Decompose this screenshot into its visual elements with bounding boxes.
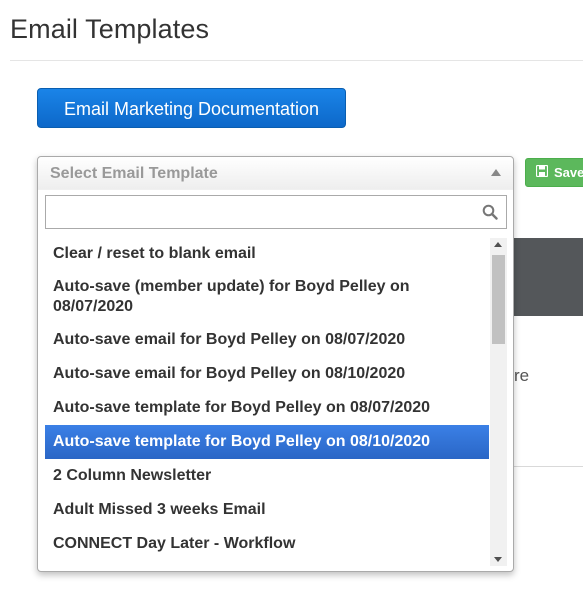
save-button-label: Save: [554, 165, 583, 180]
page-title: Email Templates: [10, 14, 210, 44]
option-clear[interactable]: Clear / reset to blank email: [45, 237, 489, 271]
option-adult-missed-3-weeks[interactable]: Adult Missed 3 weeks Email: [45, 493, 489, 527]
floppy-disk-icon: [535, 159, 549, 186]
divider: [10, 60, 583, 61]
option-connect-day-later[interactable]: CONNECT Day Later - Workflow: [45, 527, 489, 561]
select-placeholder: Select Email Template: [50, 165, 218, 182]
template-search-field[interactable]: [45, 195, 507, 229]
template-select-dropdown[interactable]: Select Email Template Clear / reset to b…: [37, 156, 514, 572]
scrollbar-thumb[interactable]: [492, 255, 505, 344]
option-autosave-email-0807[interactable]: Auto-save email for Boyd Pelley on 08/07…: [45, 323, 489, 357]
option-autosave-member-update[interactable]: Auto-save (member update) for Boyd Pelle…: [45, 271, 489, 323]
background-partial-text: re: [514, 366, 530, 385]
magnifier-icon: [482, 204, 498, 225]
options-list: Clear / reset to blank email Auto-save (…: [45, 237, 489, 565]
options-scrollbar[interactable]: [490, 238, 507, 566]
email-marketing-documentation-button[interactable]: Email Marketing Documentation: [37, 88, 346, 128]
caret-up-icon: [491, 169, 501, 176]
scroll-down-icon[interactable]: [494, 557, 502, 562]
option-autosave-template-0810[interactable]: Auto-save template for Boyd Pelley on 08…: [45, 425, 489, 459]
option-autosave-email-0810[interactable]: Auto-save email for Boyd Pelley on 08/10…: [45, 357, 489, 391]
save-button[interactable]: Save: [525, 158, 583, 187]
option-2-column-newsletter[interactable]: 2 Column Newsletter: [45, 459, 489, 493]
scroll-up-icon[interactable]: [494, 242, 502, 247]
option-autosave-template-0807[interactable]: Auto-save template for Boyd Pelley on 08…: [45, 391, 489, 425]
template-select[interactable]: Select Email Template: [38, 157, 513, 190]
template-search-input[interactable]: [52, 196, 476, 228]
